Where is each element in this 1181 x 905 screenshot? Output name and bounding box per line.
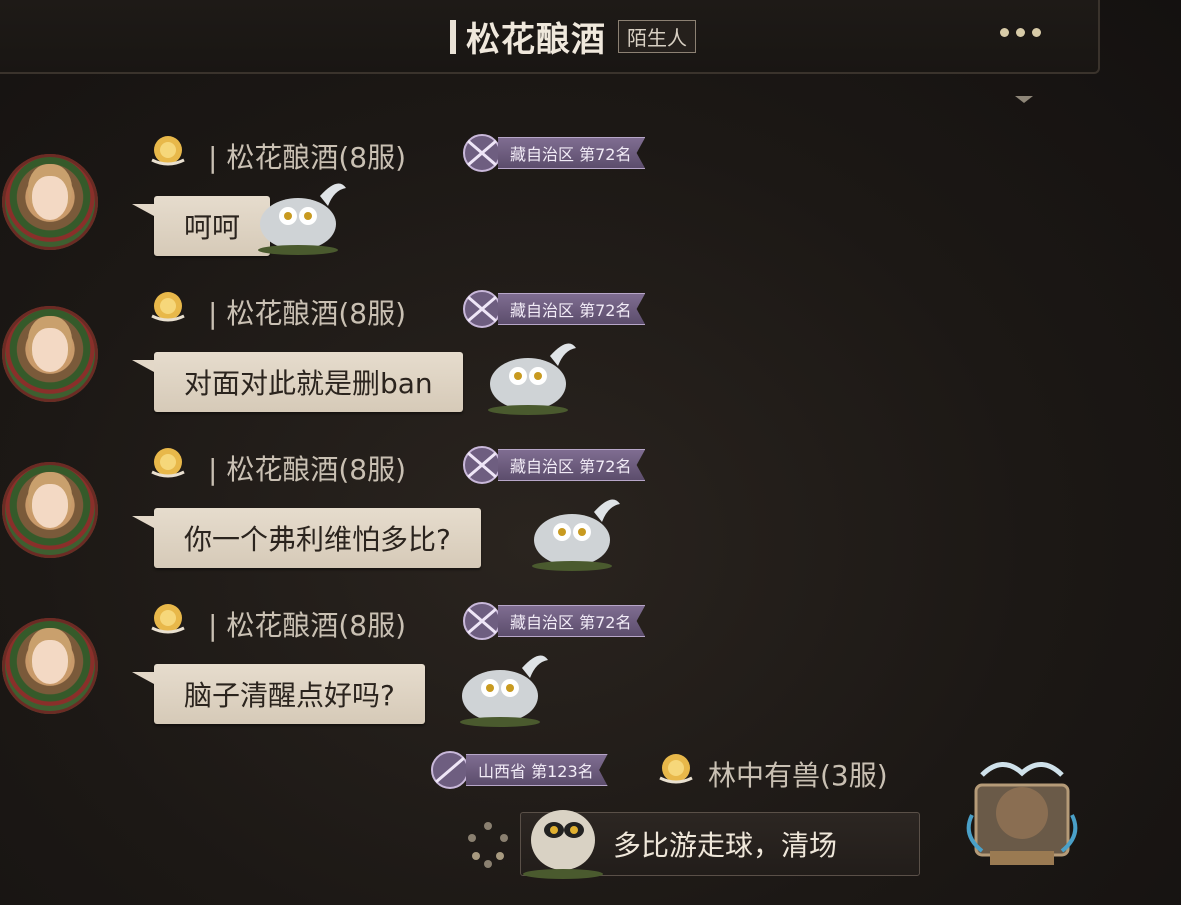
message-row: | 松花酿酒(8服) 藏自治区 第72名 你一个弗利维怕多比?: [0, 442, 700, 572]
rank-label: 藏自治区 第72名: [498, 137, 646, 169]
relation-tag: 陌生人: [618, 20, 696, 53]
ellipsis-icon[interactable]: [1000, 28, 1041, 37]
avatar[interactable]: [2, 154, 98, 250]
message-row: | 松花酿酒(8服) 藏自治区 第72名 脑子清醒点好吗?: [0, 598, 700, 728]
title-accent-bar: [450, 19, 456, 54]
message-text: 脑子清醒点好吗?: [184, 679, 395, 712]
message-bubble[interactable]: 你一个弗利维怕多比?: [132, 508, 481, 568]
owl-bubble-decoration-icon: [488, 343, 576, 415]
message-text-outgoing: 多比游走球，清场: [613, 829, 838, 862]
sparkle-dots-icon: [468, 822, 508, 868]
rank-badge-outgoing: 山西省 第123名: [426, 750, 608, 790]
rank-badge: 藏自治区 第72名: [458, 290, 646, 328]
flower-badge-icon: [151, 136, 185, 166]
message-text: 对面对此就是删ban: [184, 367, 433, 400]
sender-name-outgoing[interactable]: 林中有兽(3服): [708, 754, 888, 794]
message-text: 呵呵: [184, 211, 241, 244]
title-group: 松花酿酒 陌生人: [450, 12, 696, 61]
message-row: | 松花酿酒(8服) 藏自治区 第72名 呵呵: [0, 130, 700, 260]
avatar[interactable]: [2, 306, 98, 402]
message-row: | 松花酿酒(8服) 藏自治区 第72名 对面对此就是删ban: [0, 286, 700, 416]
chevron-down-icon[interactable]: [1015, 96, 1033, 103]
avatar[interactable]: [2, 462, 98, 558]
rank-label: 藏自治区 第72名: [498, 605, 646, 637]
rank-badge: 藏自治区 第72名: [458, 134, 646, 172]
rank-badge: 藏自治区 第72名: [458, 602, 646, 640]
sender-name[interactable]: | 松花酿酒(8服): [208, 604, 406, 644]
owl-bubble-decoration-icon: [258, 183, 346, 255]
flower-badge-icon: [151, 292, 185, 322]
rank-badge: 藏自治区 第72名: [458, 446, 646, 484]
owl-bubble-decoration-icon: [532, 499, 620, 571]
message-bubble[interactable]: 脑子清醒点好吗?: [132, 664, 425, 724]
flower-badge-icon: [659, 754, 693, 784]
avatar[interactable]: [2, 618, 98, 714]
chat-header: 松花酿酒 陌生人: [0, 0, 1100, 74]
message-text: 你一个弗利维怕多比?: [184, 523, 451, 556]
rank-label: 藏自治区 第72名: [498, 449, 646, 481]
owl-bubble-decoration-icon: [523, 810, 603, 879]
message-bubble[interactable]: 对面对此就是删ban: [132, 352, 463, 412]
rank-label: 山西省 第123名: [466, 754, 608, 786]
sender-name[interactable]: | 松花酿酒(8服): [208, 448, 406, 488]
owl-bubble-decoration-icon: [460, 655, 548, 727]
rank-label: 藏自治区 第72名: [498, 293, 646, 325]
flower-badge-icon: [151, 604, 185, 634]
flower-badge-icon: [151, 448, 185, 478]
avatar-outgoing[interactable]: [962, 755, 1082, 875]
sender-name[interactable]: | 松花酿酒(8服): [208, 292, 406, 332]
chat-title: 松花酿酒: [466, 20, 606, 60]
